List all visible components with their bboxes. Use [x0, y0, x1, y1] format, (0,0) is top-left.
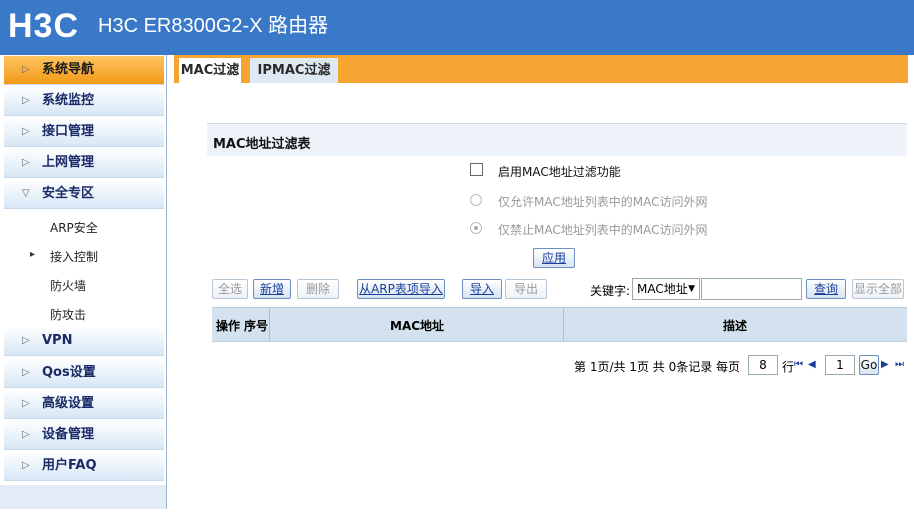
- sidebar-item-interface[interactable]: ▷ 接口管理: [4, 118, 164, 147]
- keyword-label: 关键字:: [590, 284, 631, 298]
- sidebar-item-security[interactable]: ▽ 安全专区: [4, 180, 164, 209]
- sidebar-item-qos[interactable]: ▷ Qos设置: [4, 359, 164, 388]
- sidebar-item-label: 设备管理: [42, 427, 95, 442]
- sidebar-item-faq[interactable]: ▷ 用户FAQ: [4, 452, 164, 481]
- sidebar-item-advanced[interactable]: ▷ 高级设置: [4, 390, 164, 419]
- sidebar-item-label: 用户FAQ: [42, 458, 97, 473]
- tab-mac-filter[interactable]: MAC过滤: [179, 58, 241, 83]
- sidebar-nav: ▷ 系统导航 ▷ 系统监控 ▷ 接口管理 ▷ 上网管理 ▽ 安全专区 ARP安全…: [0, 55, 167, 509]
- allow-only-label: 仅允许MAC地址列表中的MAC访问外网: [498, 195, 708, 209]
- arrow-down-icon: ▽: [22, 188, 30, 199]
- add-button[interactable]: 新增: [253, 279, 291, 299]
- apply-button[interactable]: 应用: [533, 248, 575, 268]
- keyword-select-value: MAC地址: [637, 282, 688, 296]
- page-number-input[interactable]: 1: [825, 355, 855, 375]
- sidebar-item-label: 高级设置: [42, 396, 95, 411]
- first-page-icon[interactable]: ⏮: [794, 359, 803, 370]
- select-all-button[interactable]: 全选: [212, 279, 248, 299]
- per-page-input[interactable]: 8: [748, 355, 778, 375]
- allow-only-radio[interactable]: [470, 194, 482, 206]
- sidebar-sub-arp-security[interactable]: ARP安全: [50, 219, 98, 236]
- sidebar-item-device[interactable]: ▷ 设备管理: [4, 421, 164, 450]
- col-description: 描述: [723, 319, 748, 333]
- arrow-right-icon: ▷: [22, 64, 30, 75]
- arrow-right-icon: ▷: [22, 367, 30, 378]
- panel-title: MAC地址过滤表: [213, 137, 311, 152]
- sidebar-item-system-monitor[interactable]: ▷ 系统监控: [4, 87, 164, 116]
- arrow-right-icon: ▷: [22, 460, 30, 471]
- sidebar-item-label: 安全专区: [42, 186, 95, 201]
- sidebar-sub-access-control[interactable]: 接入控制: [50, 248, 98, 265]
- rows-label: 行: [782, 360, 795, 374]
- deny-only-label: 仅禁止MAC地址列表中的MAC访问外网: [498, 223, 708, 237]
- device-title: H3C ER8300G2-X 路由器: [98, 15, 329, 37]
- arrow-right-icon: ▷: [22, 335, 30, 346]
- import-from-arp-button[interactable]: 从ARP表项导入: [357, 279, 445, 299]
- panel-header: MAC地址过滤表: [207, 123, 907, 156]
- tab-ipmac-filter[interactable]: IPMAC过滤: [250, 58, 338, 83]
- show-all-button[interactable]: 显示全部: [852, 279, 904, 299]
- enable-mac-filter-label: 启用MAC地址过滤功能: [498, 165, 621, 179]
- arrow-right-icon: ▸: [30, 249, 36, 260]
- import-button[interactable]: 导入: [462, 279, 502, 299]
- arrow-right-icon: ▷: [22, 398, 30, 409]
- pager-summary: 第 1页/共 1页 共 0条记录 每页: [574, 360, 741, 374]
- sidebar-footer: [0, 485, 166, 509]
- column-divider: [269, 308, 270, 341]
- arrow-right-icon: ▷: [22, 157, 30, 168]
- prev-page-icon[interactable]: ◀: [808, 359, 816, 370]
- sidebar-item-label: VPN: [42, 333, 73, 348]
- col-index: 序号: [244, 319, 269, 333]
- sidebar-item-internet[interactable]: ▷ 上网管理: [4, 149, 164, 178]
- last-page-icon[interactable]: ⏭: [895, 359, 904, 370]
- sidebar-item-label: Qos设置: [42, 365, 96, 380]
- delete-button[interactable]: 删除: [297, 279, 339, 299]
- keyword-select[interactable]: MAC地址 ▼: [632, 278, 700, 300]
- sidebar-item-label: 系统监控: [42, 93, 95, 108]
- keyword-input[interactable]: [701, 278, 802, 300]
- next-page-icon[interactable]: ▶: [881, 359, 889, 370]
- export-button[interactable]: 导出: [505, 279, 547, 299]
- col-mac-address: MAC地址: [390, 319, 445, 333]
- arrow-right-icon: ▷: [22, 429, 30, 440]
- app-header: H3C H3C ER8300G2-X 路由器: [0, 0, 914, 55]
- arrow-right-icon: ▷: [22, 126, 30, 137]
- sidebar-item-label: 系统导航: [42, 62, 95, 77]
- search-button[interactable]: 查询: [806, 279, 846, 299]
- sidebar-item-vpn[interactable]: ▷ VPN: [4, 327, 164, 356]
- sidebar-sub-anti-attack[interactable]: 防攻击: [50, 306, 86, 323]
- column-divider: [563, 308, 564, 341]
- deny-only-radio[interactable]: [470, 222, 482, 234]
- sidebar-item-label: 接口管理: [42, 124, 95, 139]
- tab-bar: MAC过滤 IPMAC过滤: [174, 55, 908, 83]
- enable-mac-filter-checkbox[interactable]: [470, 163, 483, 176]
- go-button[interactable]: Go: [859, 355, 879, 375]
- table-header: 操作 序号 MAC地址 描述: [212, 307, 907, 342]
- sidebar-sub-firewall[interactable]: 防火墙: [50, 277, 86, 294]
- sidebar-item-system-nav[interactable]: ▷ 系统导航: [4, 56, 164, 85]
- h3c-logo: H3C: [8, 7, 80, 45]
- arrow-right-icon: ▷: [22, 95, 30, 106]
- col-action: 操作: [216, 319, 241, 333]
- sidebar-item-label: 上网管理: [42, 155, 95, 170]
- chevron-down-icon: ▼: [688, 284, 695, 294]
